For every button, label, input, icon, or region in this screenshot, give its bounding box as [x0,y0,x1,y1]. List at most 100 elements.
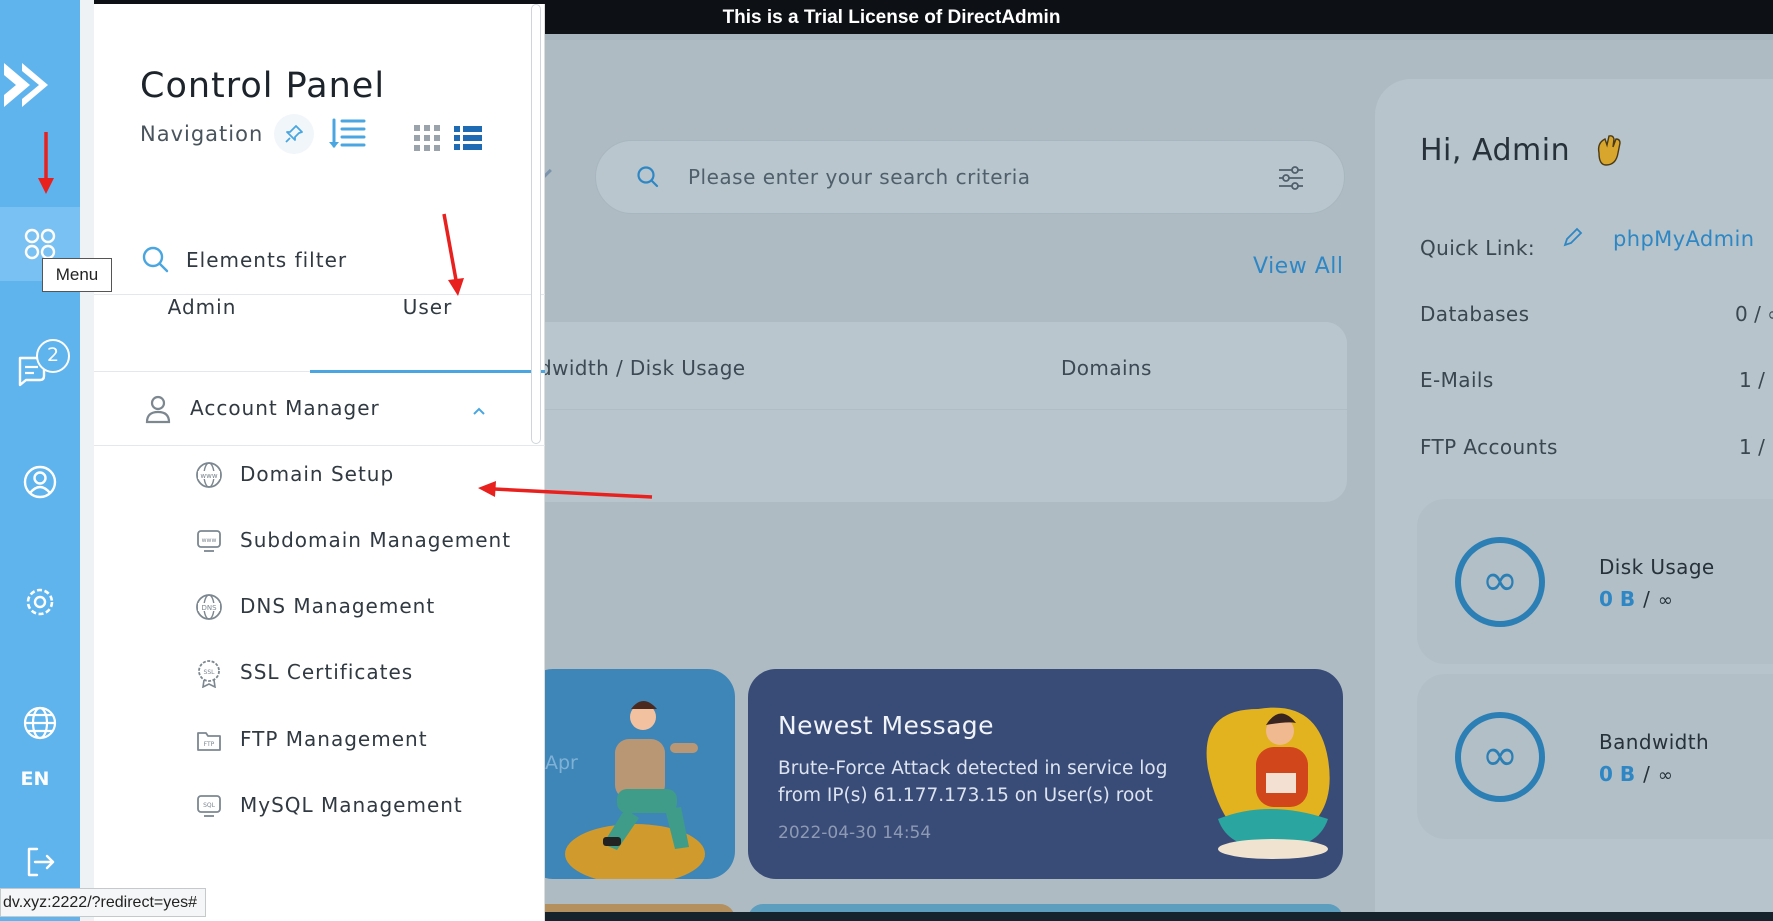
message-title: Newest Message [778,711,994,740]
menu-item-mysql-management[interactable]: SQL MySQL Management [194,781,534,831]
menu-item-label: Domain Setup [240,462,395,486]
quick-link-label: Quick Link: [1420,236,1536,260]
svg-text:SQL: SQL [203,802,216,809]
emails-value: 1 / ∞ [1739,368,1773,392]
disk-usage-value: 0 B / ∞ [1599,587,1673,611]
menu-item-dns-management[interactable]: DNS DNS Management [194,582,534,632]
menu-item-subdomain-management[interactable]: www Subdomain Management [194,516,534,566]
subdomain-icon: www [197,530,221,552]
menu-item-label: FTP Management [240,727,428,751]
logout-icon [27,847,55,877]
filter-placeholder[interactable]: Elements filter [186,248,347,272]
gear-icon [26,588,54,616]
menu-item-ftp-management[interactable]: FTP FTP Management [194,715,534,765]
rail-panel-gap [80,0,94,921]
svg-text:www: www [200,472,217,480]
column-domains: Domains [1061,356,1152,380]
menu-item-label: DNS Management [240,594,436,618]
disk-usage-ring: ∞ [1455,537,1545,627]
globe-icon [23,706,57,740]
ftp-accounts-value: 1 / ∞ [1739,435,1773,459]
bandwidth-limit: ∞ [1657,765,1673,786]
disk-usage-label: Disk Usage [1599,555,1715,579]
bandwidth-value: 0 B / ∞ [1599,762,1673,786]
search-icon [637,166,659,188]
databases-label: Databases [1420,302,1530,326]
edit-pencil-icon[interactable] [1561,227,1583,249]
svg-text:FTP: FTP [204,741,215,748]
main-top-edge [545,34,1773,40]
search-icon [142,246,169,273]
emails-label: E-Mails [1420,368,1494,392]
svg-text:DNS: DNS [201,604,217,612]
ssl-icon: SSL [198,660,220,688]
bottom-edge [545,912,1773,921]
panel-scrollbar[interactable] [531,4,541,444]
menu-tooltip: Menu [42,258,112,292]
messages-count-badge: 2 [36,339,70,373]
column-bandwidth-disk: dwidth / Disk Usage [545,356,746,380]
news-card-left[interactable]: Apr [545,669,735,879]
newest-message-card[interactable]: Newest Message Brute-Force Attack detect… [748,669,1343,879]
rail-settings-button[interactable] [0,565,80,639]
pin-button[interactable] [274,114,314,154]
tab-admin[interactable]: Admin [94,295,310,373]
nav-tabs: Admin User [94,294,545,373]
databases-value: 0 / ∞ [1735,302,1773,326]
menu-item-ssl-certificates[interactable]: SSL SSL Certificates [194,648,534,698]
section-label: Account Manager [190,396,380,420]
language-code[interactable]: EN [0,768,70,790]
user-circle-icon [23,465,57,499]
bandwidth-used: 0 B [1599,762,1636,786]
menu-item-label: SSL Certificates [240,660,414,684]
elements-filter[interactable]: Elements filter [140,244,520,278]
chevron-up-icon[interactable] [472,404,486,418]
rail-profile-button[interactable] [0,445,80,519]
menu-item-label: MySQL Management [240,793,463,817]
bandwidth-label: Bandwidth [1599,730,1710,754]
domains-table-card: dwidth / Disk Usage Domains [545,322,1347,502]
svg-text:www: www [202,537,217,544]
message-time: 2022-04-30 14:54 [778,823,932,843]
icon-rail: 2 EN [0,0,80,921]
status-bar-url: dv.xyz:2222/?redirect=yes# [0,888,207,917]
infinity-icon: ∞ [1481,730,1519,781]
panel-subtitle: Navigation [140,122,264,146]
greeting: Hi, Admin [1420,133,1571,168]
bandwidth-card[interactable]: ∞ Bandwidth 0 B / ∞ [1417,674,1773,839]
detailed-list-icon[interactable] [454,124,482,152]
infinity-icon: ∞ [1481,555,1519,606]
pin-icon [285,125,303,143]
search-placeholder[interactable]: Please enter your search criteria [688,165,1031,189]
list-view-icon[interactable] [326,116,368,152]
view-all-link[interactable]: View All [1253,254,1343,279]
menu-item-label: Subdomain Management [240,528,512,552]
bandwidth-ring: ∞ [1455,712,1545,802]
dns-icon: DNS [196,594,222,620]
account-summary-panel: Hi, Admin Quick Link: phpMyAdmin Databas… [1375,79,1773,921]
person-reading-illustration [1206,707,1330,859]
account-manager-section[interactable]: Account Manager [94,372,545,446]
disk-usage-card[interactable]: ∞ Disk Usage 0 B / ∞ [1417,499,1773,664]
directadmin-logo[interactable] [0,55,60,115]
www-globe-icon: www [196,462,222,488]
user-icon [145,395,171,424]
message-body: Brute-Force Attack detected in service l… [778,758,1168,806]
rail-messages-button[interactable]: 2 [0,325,80,399]
svg-text:SSL: SSL [204,669,216,676]
dashboard-search[interactable]: Please enter your search criteria [595,140,1345,214]
person-walking-illustration [565,701,705,879]
filter-sliders-icon[interactable] [1276,163,1306,193]
navigation-panel: Control Panel Navigation Elements filter… [94,4,545,921]
disk-usage-limit: ∞ [1657,590,1673,611]
ftp-icon: FTP [197,732,221,751]
waving-hand-icon [1597,135,1621,166]
quick-link-phpmyadmin[interactable]: phpMyAdmin [1613,227,1754,251]
rail-language-button[interactable] [0,686,80,760]
menu-item-domain-setup[interactable]: www Domain Setup [194,450,534,500]
chevron-down-icon [545,161,552,181]
tab-user[interactable]: User [310,295,545,373]
sql-icon: SQL [197,795,221,817]
disk-usage-used: 0 B [1599,587,1636,611]
grid-view-icon[interactable] [414,125,440,151]
